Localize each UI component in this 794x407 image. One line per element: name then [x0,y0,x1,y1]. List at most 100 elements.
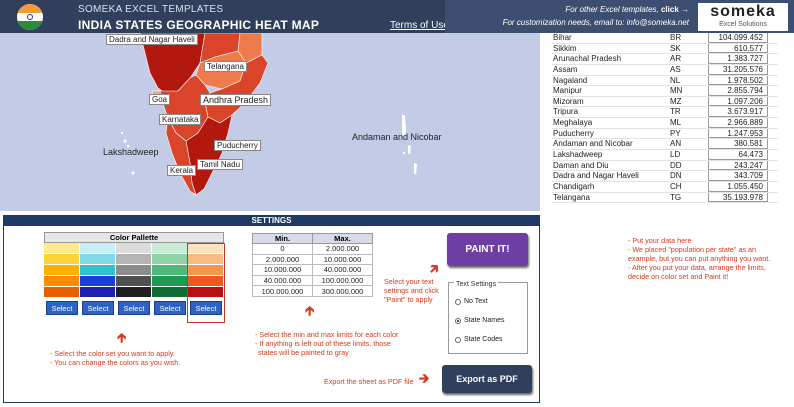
min-value[interactable]: 40.000.000 [252,274,313,287]
min-value[interactable]: 2.000.000 [252,253,313,266]
palette-note-2: - You can change the colors as you wish. [50,358,181,367]
min-value[interactable]: 0 [252,243,313,255]
max-value[interactable]: 40.000.000 [312,264,373,276]
palette-swatch[interactable] [152,276,188,287]
state-code: MN [670,86,683,96]
radio-no-text[interactable]: No Text [455,298,488,305]
table-row: Dadra and Nagar Haveli DN 343.709 [552,171,778,182]
limits-note-3: states will be painted to gray [258,348,349,357]
palette-swatch[interactable] [44,287,80,298]
select-button-3[interactable]: Select [118,301,150,315]
state-name: Puducherry [553,128,594,138]
state-value[interactable]: 380.581 [708,139,768,150]
map-label-tn: Tamil Nadu [197,159,244,170]
radio-dot[interactable] [455,336,461,343]
radio-state-codes[interactable]: State Codes [455,336,503,343]
max-value[interactable]: 100.000.000 [312,274,373,287]
andaman-islands [402,115,417,175]
table-row: Assam AS 31.205.576 [552,64,778,76]
palette-swatch[interactable] [116,265,152,276]
max-value[interactable]: 10.000.000 [312,253,373,266]
limit-row: 10.000.000 40.000.000 [252,264,373,276]
palette-swatch[interactable] [116,243,152,254]
map-label-kl: Kerala [167,165,197,176]
state-value[interactable]: 104.099.452 [708,33,768,43]
table-row: Bihar BR 104.099.452 [552,33,778,44]
state-value[interactable]: 35.193.978 [708,192,768,203]
state-value[interactable]: 1.055.450 [708,181,768,192]
palette-note-1: - Select the color set you want to apply… [50,349,175,358]
paint-note-2: settings and click [384,286,439,295]
palette-swatch[interactable] [152,243,188,254]
terms-of-use-link[interactable]: Terms of Use [390,20,449,31]
state-code: TG [670,192,682,202]
state-value[interactable]: 1.383.727 [708,54,768,64]
state-value[interactable]: 31.205.576 [708,64,768,75]
palette-swatch[interactable] [44,243,80,254]
radio-state-names[interactable]: State Names [455,317,504,324]
state-name: Daman and Diu [553,160,609,170]
limits-table: Min. Max. 0 2.000.000 2.000.000 10.000.000… [252,233,373,297]
arrow-up-icon: 🡱 [117,330,127,345]
palette-swatch[interactable] [152,287,188,298]
state-value[interactable]: 1.978.502 [708,75,768,86]
limit-row: 2.000.000 10.000.000 [252,253,373,266]
palette-swatch[interactable] [152,265,188,276]
max-value[interactable]: 2.000.000 [312,243,373,255]
palette-swatch[interactable] [116,276,152,287]
map-label-tg: Telangana [204,61,247,72]
state-value[interactable]: 2.855.794 [708,86,768,96]
someka-logo[interactable]: someka Excel Solutions [698,3,788,31]
select-button-2[interactable]: Select [82,301,114,315]
export-pdf-button[interactable]: Export as PDF [442,365,532,393]
other-templates-text: For other Excel templates, click → [565,5,689,14]
max-value[interactable]: 300.000.000 [312,285,373,297]
table-row: Telangana TG 35.193.978 [552,192,778,204]
palette-swatch[interactable] [44,254,80,265]
min-value[interactable]: 10.000.000 [252,264,313,276]
map-label-ld: Lakshadweep [103,147,159,157]
data-note-line: decide on color set and Paint it! [628,272,729,281]
radio-dot-selected[interactable] [455,317,461,324]
state-value[interactable]: 1.247.953 [708,128,768,139]
state-value[interactable]: 2.966.889 [708,118,768,128]
other-templates-link[interactable]: click → [661,5,689,14]
limit-row: 100.000.000 300.000.000 [252,285,373,297]
table-row: Lakshadweep LD 64.473 [552,150,778,161]
select-button-1[interactable]: Select [46,301,78,315]
state-value[interactable]: 243.247 [708,160,768,171]
state-code: NL [670,75,681,85]
state-value[interactable]: 64.473 [708,150,768,160]
palette-swatch[interactable] [152,254,188,265]
table-row: Puducherry PY 1.247.953 [552,128,778,140]
text-settings-title: Text Settings [454,281,499,288]
table-row: Meghalaya ML 2.966.889 [552,118,778,129]
map-label-py: Puducherry [214,140,261,151]
text-settings-group: Text Settings No Text State Names State … [448,281,528,354]
table-row: Daman and Diu DD 243.247 [552,160,778,172]
table-row: Sikkim SK 610.577 [552,43,778,55]
palette-swatch[interactable] [80,287,116,298]
page-title: INDIA STATES GEOGRAPHIC HEAT MAP [78,18,320,32]
table-row: Manipur MN 2.855.794 [552,86,778,97]
state-value[interactable]: 3.673.917 [708,107,768,118]
state-code: SK [670,43,681,53]
palette-swatch[interactable] [116,287,152,298]
state-value[interactable]: 1.097.206 [708,96,768,107]
palette-swatch[interactable] [80,243,116,254]
palette-swatch[interactable] [80,276,116,287]
state-value[interactable]: 343.709 [708,171,768,181]
palette-swatch[interactable] [80,265,116,276]
palette-swatch[interactable] [80,254,116,265]
palette-swatch[interactable] [44,265,80,276]
state-value[interactable]: 610.577 [708,43,768,54]
min-value[interactable]: 100.000.000 [252,285,313,297]
paint-it-button[interactable]: PAINT IT! [447,233,528,266]
radio-label: State Codes [464,336,503,343]
paint-note-3: "Paint" to apply [384,295,433,304]
palette-swatch[interactable] [116,254,152,265]
palette-swatch[interactable] [44,276,80,287]
header-right-panel: For other Excel templates, click → For c… [445,0,794,33]
radio-dot[interactable] [455,298,461,305]
select-button-4[interactable]: Select [154,301,186,315]
